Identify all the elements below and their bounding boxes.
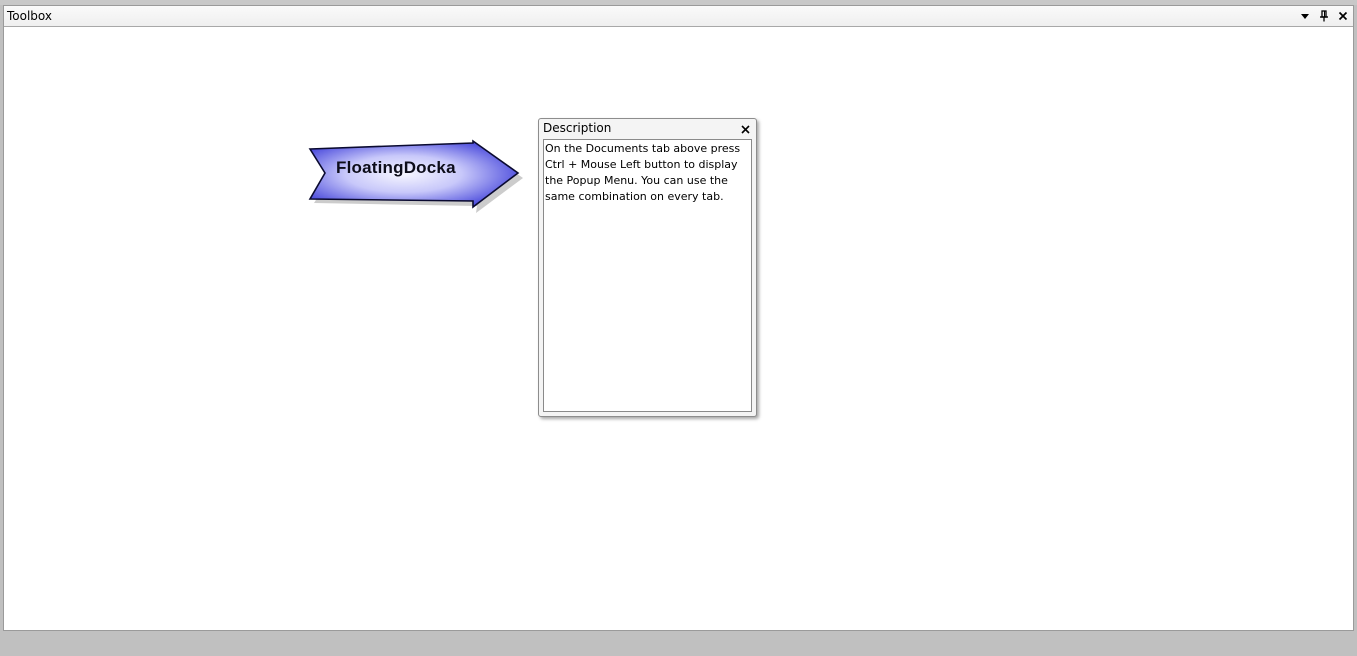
toolbox-header[interactable]: Toolbox [4, 6, 1353, 27]
description-panel: Description On the Documents tab above p… [538, 118, 757, 417]
close-icon[interactable] [1335, 8, 1351, 24]
floating-dock-arrow: FloatingDocka [305, 138, 525, 214]
description-title: Description [543, 121, 612, 135]
app-window: Toolbox FloatingDocka Description On the… [0, 0, 1357, 656]
arrow-label: FloatingDocka [336, 158, 456, 177]
close-icon[interactable] [738, 122, 752, 136]
pin-icon[interactable] [1316, 8, 1332, 24]
description-textarea[interactable]: On the Documents tab above press Ctrl + … [543, 139, 752, 412]
chevron-down-icon[interactable] [1297, 8, 1313, 24]
toolbox-title: Toolbox [7, 9, 52, 23]
